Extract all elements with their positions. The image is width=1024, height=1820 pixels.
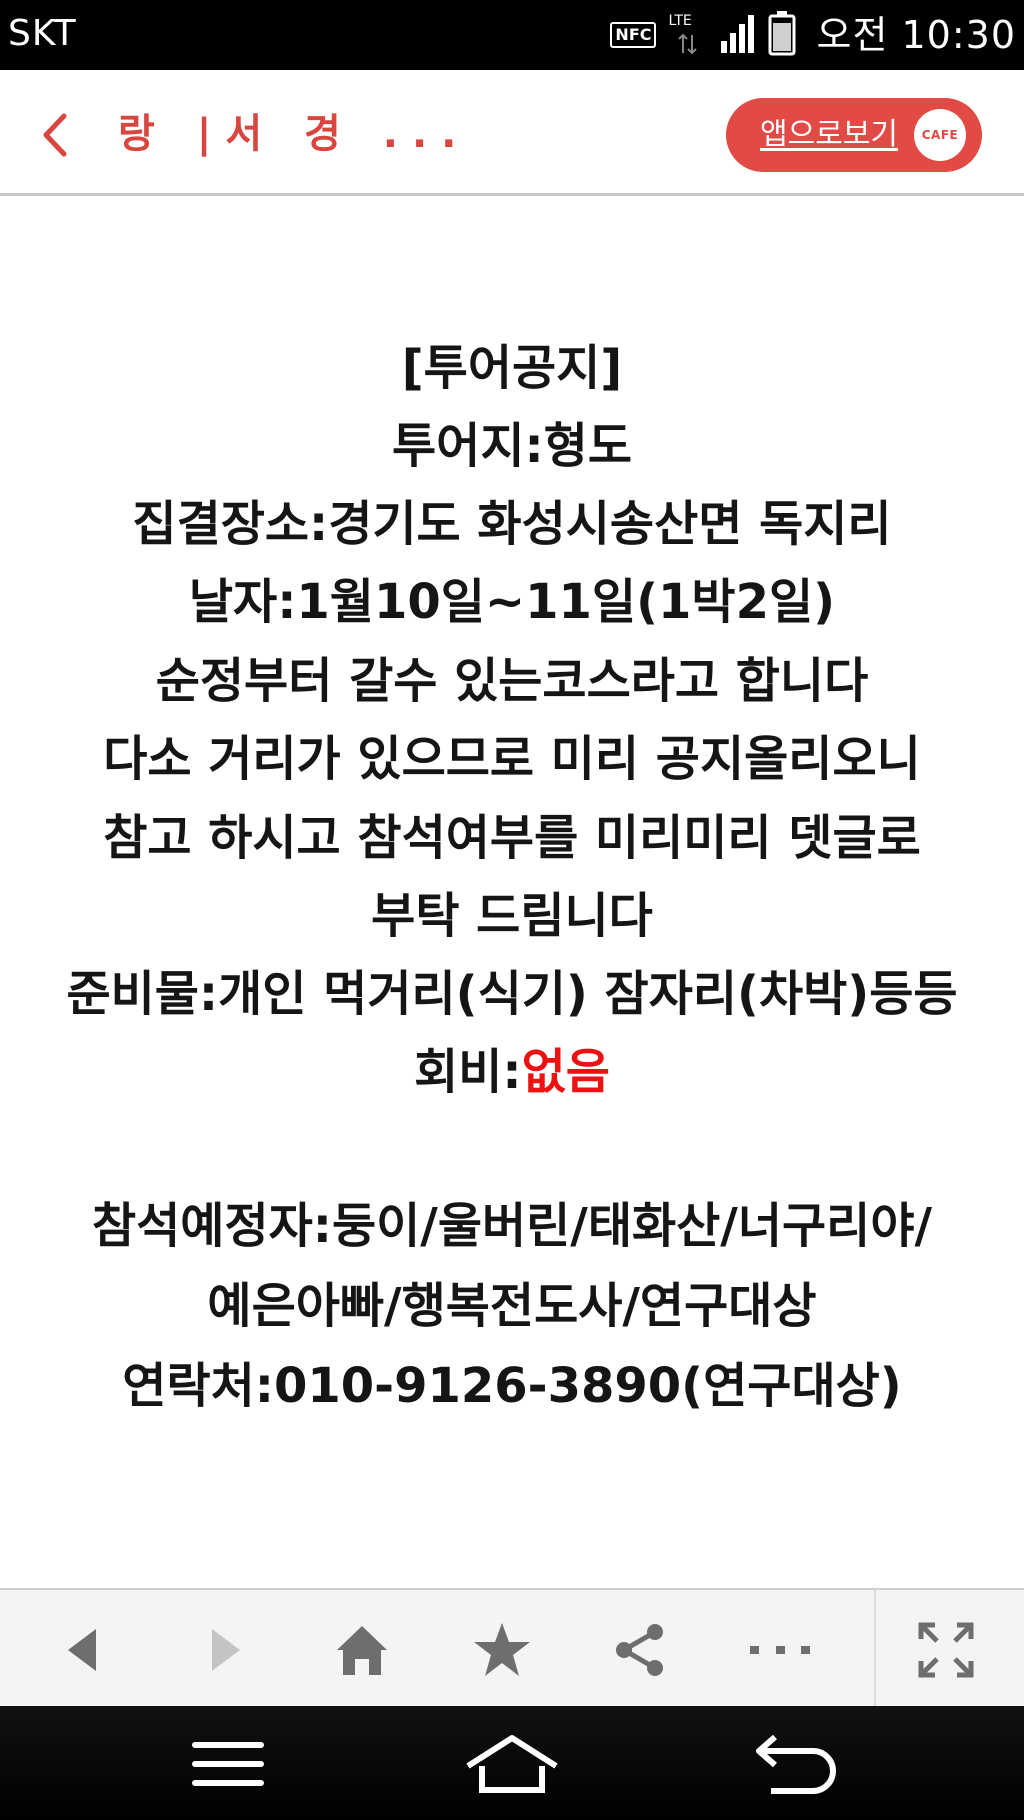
post-line: 순정부터 갈수 있는코스라고 합니다 xyxy=(155,653,869,709)
post-content: [투어공지] 투어지:형도 집결장소:경기도 화성시송산면 독지리 날자:1월1… xyxy=(0,196,1024,1588)
status-icons: NFC LTE 오전 10:30 xyxy=(610,8,1016,62)
clock: 오전 10:30 xyxy=(816,13,1016,57)
chevron-left-icon[interactable] xyxy=(38,112,72,158)
post-line: 참고 하시고 참석여부를 미리미리 뎃글로 xyxy=(103,810,921,866)
post-line: 집결장소:경기도 화성시송산면 독지리 xyxy=(132,496,892,552)
toolbar-divider xyxy=(874,1590,876,1706)
signal-icon xyxy=(720,13,756,57)
contact-line[interactable]: 연락처:010-9126-3890(연구대상) xyxy=(0,1356,1024,1416)
share-icon[interactable] xyxy=(600,1610,680,1690)
open-in-app-button[interactable]: 앱으로보기 CAFE xyxy=(726,98,982,172)
home-icon[interactable] xyxy=(322,1610,402,1690)
status-bar: SKT NFC LTE 오전 10:30 xyxy=(0,0,1024,70)
browser-toolbar xyxy=(0,1588,1024,1706)
post-line: 다소 거리가 있으므로 미리 공지올리오니 xyxy=(103,731,921,787)
cafe-header: 랑 |서 경 ... 앱으로보기 CAFE xyxy=(0,70,1024,196)
carrier-label: SKT xyxy=(8,13,77,54)
cafe-title[interactable]: 랑 |서 경 ... xyxy=(118,106,470,162)
forward-arrow-icon[interactable] xyxy=(186,1610,266,1690)
star-icon[interactable] xyxy=(462,1610,542,1690)
post-line: 투어지:형도 xyxy=(392,418,632,474)
fullscreen-icon[interactable] xyxy=(906,1610,986,1690)
menu-icon[interactable] xyxy=(168,1724,288,1804)
more-icon[interactable] xyxy=(740,1610,820,1690)
nfc-icon: NFC xyxy=(610,22,657,48)
fee-line: 회비:없음 xyxy=(0,1042,1024,1102)
fee-value: 없음 xyxy=(521,1044,610,1100)
post-line: 준비물:개인 먹거리(식기) 잠자리(차박)등등 xyxy=(66,966,958,1022)
home-outline-icon[interactable] xyxy=(452,1724,572,1804)
attendees-line: 참석예정자:둥이/울버린/태화산/너구리야/ xyxy=(91,1198,933,1254)
lte-data-icon: LTE xyxy=(668,13,708,57)
post-line: 날자:1월10일~11일(1박2일) xyxy=(188,574,836,630)
back-return-icon[interactable] xyxy=(736,1724,856,1804)
cafe-logo-icon: CAFE xyxy=(914,109,966,161)
fee-label: 회비: xyxy=(414,1044,522,1100)
system-nav-bar xyxy=(0,1706,1024,1820)
post-line: 부탁 드림니다 xyxy=(371,888,653,944)
battery-icon xyxy=(768,10,796,60)
attendees-line: 예은아빠/행복전도사/연구대상 xyxy=(207,1278,817,1334)
back-arrow-icon[interactable] xyxy=(42,1610,122,1690)
post-line: [투어공지] xyxy=(401,340,623,396)
open-in-app-label: 앱으로보기 xyxy=(760,117,898,152)
lte-label: LTE xyxy=(668,13,692,29)
